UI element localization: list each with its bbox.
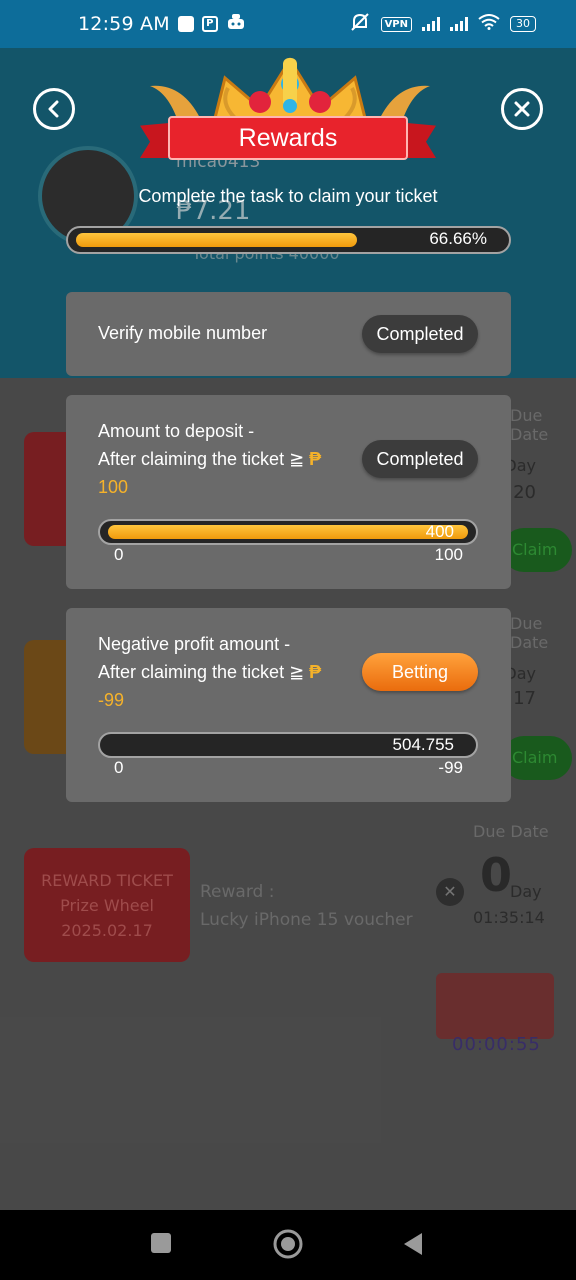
task-amount: 100 — [98, 477, 129, 497]
overall-progress-text: 66.66% — [429, 229, 487, 248]
task-progress-max: 100 — [434, 545, 463, 564]
task-card-verify-mobile: Verify mobile number Completed — [66, 292, 511, 376]
overall-progress-bar: 66.66% — [66, 226, 511, 254]
notification-icon — [177, 16, 194, 32]
task-progress-bar: 400 — [98, 519, 478, 545]
task-description: Amount to deposit - After claiming the t… — [98, 417, 321, 501]
wifi-icon — [478, 14, 500, 34]
peso-icon: ₱ — [309, 662, 322, 682]
task-status-button[interactable]: Completed — [362, 315, 478, 353]
home-icon — [273, 1229, 303, 1259]
task-title: Negative profit amount - — [98, 634, 291, 654]
task-progress-value: 504.755 — [392, 735, 454, 754]
task-status-button[interactable]: Completed — [362, 440, 478, 478]
recents-icon — [151, 1233, 171, 1253]
recents-button[interactable] — [150, 1232, 172, 1258]
vpn-icon: VPN — [380, 16, 412, 32]
mute-icon — [349, 12, 371, 36]
task-card-negative-profit: Negative profit amount - After claiming … — [66, 608, 511, 802]
system-nav-bar — [0, 1210, 576, 1280]
back-nav-button[interactable] — [402, 1232, 424, 1260]
chevron-left-icon — [48, 100, 59, 118]
task-condition: After claiming the ticket ≧ — [98, 662, 305, 682]
task-amount: -99 — [98, 690, 125, 710]
task-progress-bar: 504.755 — [98, 732, 478, 758]
peso-icon: ₱ — [309, 449, 322, 469]
betting-button[interactable]: Betting — [362, 653, 478, 691]
game-app-icon — [226, 13, 246, 35]
task-progress-fill — [108, 525, 468, 539]
task-progress-max: -99 — [438, 758, 463, 777]
home-button[interactable] — [272, 1228, 304, 1264]
close-button[interactable] — [501, 88, 543, 130]
p-app-icon: P — [201, 16, 218, 32]
task-card-deposit: Amount to deposit - After claiming the t… — [66, 395, 511, 589]
task-progress-min: 0 — [114, 545, 124, 564]
task-condition: After claiming the ticket ≧ — [98, 449, 305, 469]
signal-icon-1 — [422, 17, 440, 31]
task-title: Amount to deposit - — [98, 421, 255, 441]
clock: 12:59 AM — [78, 13, 170, 35]
modal-title: Rewards — [168, 116, 408, 160]
status-bar: 12:59 AM P VPN 30 — [0, 0, 576, 48]
overall-progress-fill — [76, 233, 357, 247]
task-title: Verify mobile number — [98, 323, 268, 343]
signal-icon-2 — [450, 17, 468, 31]
battery-icon: 30 — [510, 16, 536, 32]
back-button[interactable] — [33, 88, 75, 130]
task-progress-value: 400 — [425, 522, 454, 541]
modal-subtitle: Complete the task to claim your ticket — [138, 186, 438, 206]
close-icon — [514, 101, 530, 117]
task-description: Negative profit amount - After claiming … — [98, 630, 321, 714]
task-progress-min: 0 — [114, 758, 124, 777]
back-triangle-icon — [404, 1233, 422, 1255]
